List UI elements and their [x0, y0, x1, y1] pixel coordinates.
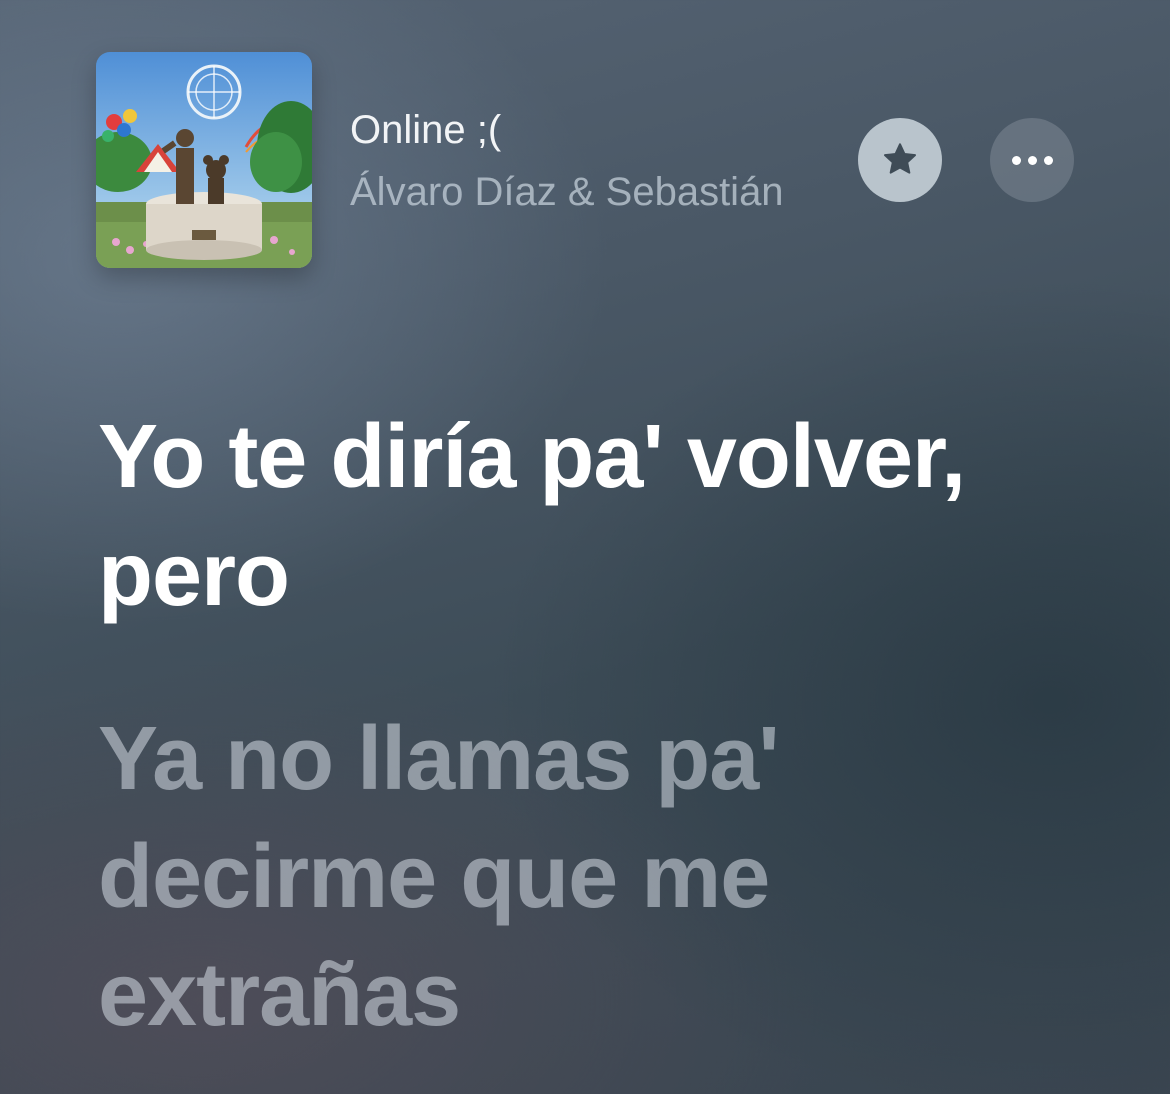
ellipsis-icon [1011, 155, 1053, 165]
now-playing-header: Online ;( Álvaro Díaz & Sebastián [0, 0, 1170, 300]
song-title[interactable]: Online ;( [350, 108, 501, 153]
star-icon [884, 143, 916, 174]
album-artwork-image [96, 52, 312, 268]
lyric-line-active[interactable]: Yo te diría pa' volver, pero [98, 398, 1098, 634]
album-artwork[interactable] [96, 52, 312, 268]
lyrics-view: Yo te diría pa' volver, pero Ya no llama… [98, 398, 1098, 1094]
more-options-button[interactable] [990, 118, 1074, 202]
favorite-button[interactable] [858, 118, 942, 202]
song-artist[interactable]: Álvaro Díaz & Sebastián [350, 170, 836, 215]
lyric-line-upcoming[interactable]: Ya no llamas pa' decirme que me extrañas [98, 700, 1098, 1054]
